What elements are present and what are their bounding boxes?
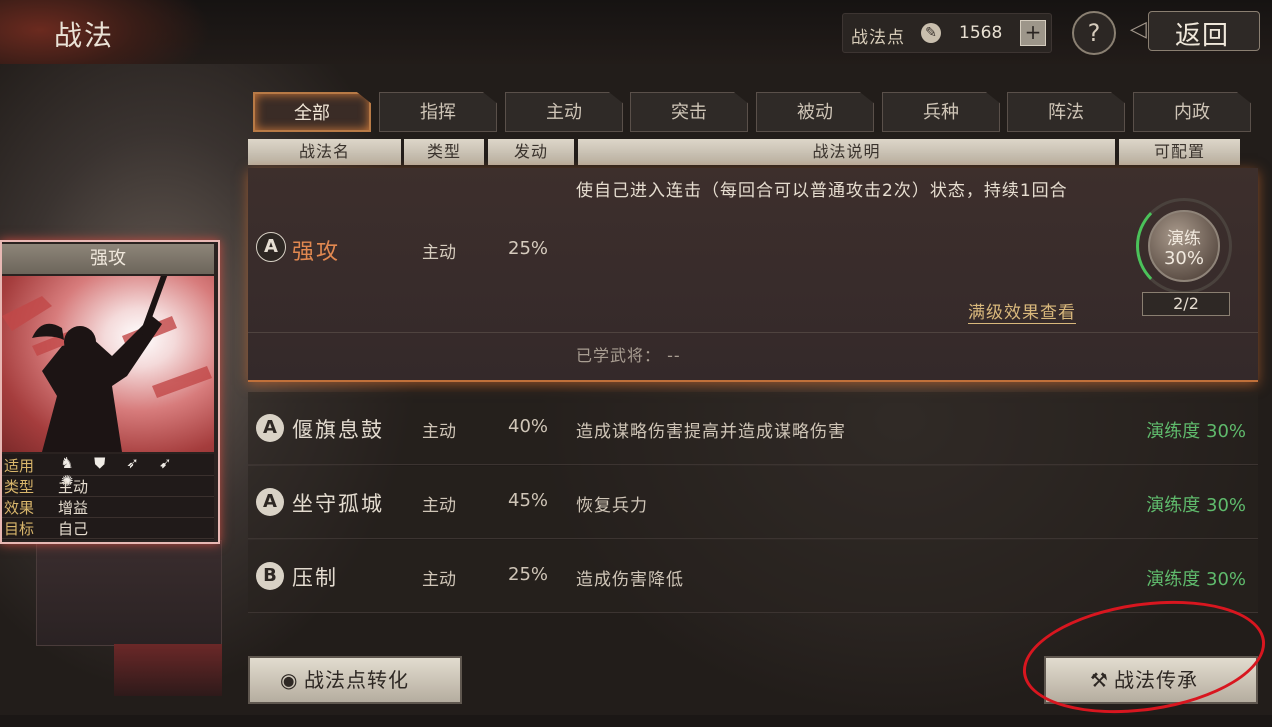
tactic-points-value: 1568 xyxy=(959,23,1003,43)
cavalry-icon: ♞ xyxy=(60,454,74,472)
tactic-card: 强攻 适用 ♞ ⛊ ➶ ➹ ✺ 类型 主动 效果 增益 目标 自己 xyxy=(0,240,220,544)
tactic-row[interactable]: A 偃旗息鼓 主动 40% 造成谋略伤害提高并造成谋略伤害 演练度 30% xyxy=(248,392,1258,465)
learned-value: -- xyxy=(667,346,681,365)
tactic-description: 造成谋略伤害提高并造成谋略伤害 xyxy=(576,422,846,442)
spear-icon: ➹ xyxy=(159,454,172,472)
back-label: 返回 xyxy=(1175,21,1230,51)
tactic-type: 主动 xyxy=(422,496,456,516)
stat-effect: 效果 增益 xyxy=(2,496,214,518)
card-illustration xyxy=(2,276,214,452)
column-rate: 发动 xyxy=(488,139,574,165)
tab-internal[interactable]: 内政 xyxy=(1133,92,1251,132)
proficiency: 演练度 30% xyxy=(1146,495,1246,516)
tactic-name: 偃旗息鼓 xyxy=(292,418,384,442)
practice-label: 演练 xyxy=(1167,229,1201,249)
back-arrow-icon: ◁ xyxy=(1130,17,1147,42)
stat-target: 目标 自己 xyxy=(2,517,214,539)
stat-key: 目标 xyxy=(4,520,35,538)
shield-icon: ⛊ xyxy=(94,454,106,472)
grade-badge: A xyxy=(256,488,284,516)
full-effect-link[interactable]: 满级效果查看 xyxy=(968,298,1076,324)
tactic-type: 主动 xyxy=(422,570,456,590)
convert-label: 战法点转化 xyxy=(304,668,409,692)
selected-tactic-row[interactable]: A 强攻 主动 25% 使自己进入连击（每回合可以普通攻击2次）状态，持续1回合… xyxy=(248,168,1258,382)
title-area: 战法 xyxy=(0,0,210,64)
grade-badge: B xyxy=(256,562,284,590)
tactic-points-icon: ✎ xyxy=(921,23,941,43)
swirl-icon: ◉ xyxy=(280,668,299,692)
stat-value: 自己 xyxy=(58,520,89,538)
tactic-rate: 40% xyxy=(508,416,549,437)
help-button[interactable]: ? xyxy=(1072,11,1116,55)
stat-key: 类型 xyxy=(4,478,35,496)
tactic-points-panel: 战法点 ✎ 1568 + xyxy=(842,13,1052,53)
practice-core: 演练 30% xyxy=(1148,210,1220,282)
tab-formation[interactable]: 阵法 xyxy=(1007,92,1125,132)
stat-type: 类型 主动 xyxy=(2,475,214,497)
add-points-button[interactable]: + xyxy=(1020,20,1046,46)
proficiency: 演练度 30% xyxy=(1146,421,1246,442)
page-title: 战法 xyxy=(54,19,115,52)
card-title: 强攻 xyxy=(2,244,214,274)
tactic-description: 使自己进入连击（每回合可以普通攻击2次）状态，持续1回合 xyxy=(576,181,1068,201)
tab-all[interactable]: 全部 xyxy=(253,92,371,132)
tactic-rate: 25% xyxy=(508,564,549,585)
column-config: 可配置 xyxy=(1119,139,1240,165)
tactic-name: 压制 xyxy=(292,566,338,590)
top-bar: 战法 战法点 ✎ 1568 + ? ◁ 返回 xyxy=(0,0,1272,64)
tactic-type: 主动 xyxy=(422,422,456,442)
tactic-type: 主动 xyxy=(422,243,456,263)
back-frame: 返回 xyxy=(1148,11,1260,51)
grade-badge: A xyxy=(256,232,286,262)
column-type: 类型 xyxy=(404,139,484,165)
back-button[interactable]: ◁ 返回 xyxy=(1130,11,1266,51)
card-stats: 适用 ♞ ⛊ ➶ ➹ ✺ 类型 主动 效果 增益 目标 自己 xyxy=(2,454,214,540)
column-name: 战法名 xyxy=(248,139,401,165)
back-card-2 xyxy=(114,644,222,696)
practice-value: 30% xyxy=(1163,248,1204,269)
back-card xyxy=(36,540,222,646)
bow-icon: ➶ xyxy=(126,454,139,472)
category-tabs: 全部 指挥 主动 突击 被动 兵种 阵法 内政 xyxy=(253,92,1253,134)
tactic-name: 坐守孤城 xyxy=(292,492,384,516)
grade-badge: A xyxy=(256,414,284,442)
learned-label: 已学武将： xyxy=(576,346,662,365)
stat-applicable: 适用 ♞ ⛊ ➶ ➹ ✺ xyxy=(2,454,214,490)
tactic-name: 强攻 xyxy=(292,240,341,265)
tactic-row[interactable]: B 压制 主动 25% 造成伤害降低 演练度 30% xyxy=(248,540,1258,613)
learned-generals: 已学武将： -- xyxy=(576,342,681,366)
practice-count: 2/2 xyxy=(1142,292,1230,316)
stat-key: 效果 xyxy=(4,499,35,517)
tab-command[interactable]: 指挥 xyxy=(379,92,497,132)
column-description: 战法说明 xyxy=(578,139,1115,165)
practice-dial[interactable]: 演练 30% 2/2 xyxy=(1136,198,1236,316)
warrior-silhouette-icon xyxy=(2,276,212,452)
table-header: 战法名 类型 发动 战法说明 可配置 xyxy=(248,139,1240,165)
tactic-description: 造成伤害降低 xyxy=(576,570,684,590)
tactic-rate: 25% xyxy=(508,238,549,259)
tactic-description: 恢复兵力 xyxy=(576,496,648,516)
tactic-rate: 45% xyxy=(508,490,549,511)
proficiency: 演练度 30% xyxy=(1146,569,1246,590)
convert-points-button[interactable]: ◉ 战法点转化 xyxy=(248,656,462,704)
tab-active[interactable]: 主动 xyxy=(505,92,623,132)
tactic-points-label: 战法点 xyxy=(851,28,905,48)
stat-key: 适用 xyxy=(4,457,35,475)
tab-troop[interactable]: 兵种 xyxy=(882,92,1000,132)
tab-assault[interactable]: 突击 xyxy=(630,92,748,132)
row-divider xyxy=(248,332,1258,333)
stat-value: 主动 xyxy=(58,478,89,496)
tactic-row[interactable]: A 坐守孤城 主动 45% 恢复兵力 演练度 30% xyxy=(248,466,1258,539)
stat-value: 增益 xyxy=(58,499,89,517)
tab-passive[interactable]: 被动 xyxy=(756,92,874,132)
